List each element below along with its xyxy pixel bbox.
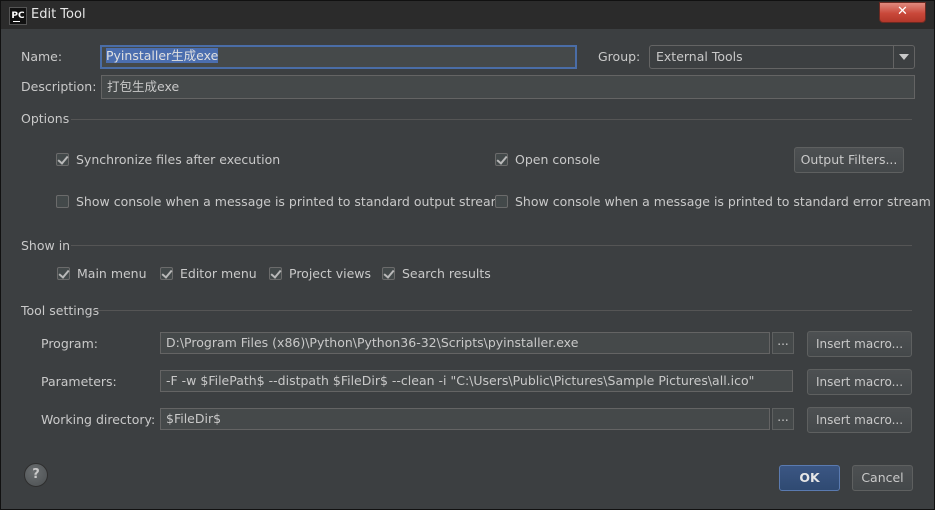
project-views-checkbox[interactable] [269, 267, 282, 280]
show-in-section-title: Show in [21, 238, 71, 253]
program-browse-button[interactable]: ... [772, 332, 794, 354]
tool-settings-separator [93, 310, 912, 311]
program-label: Program: [41, 336, 98, 351]
name-label: Name: [21, 49, 63, 64]
program-field[interactable]: D:\Program Files (x86)\Python\Python36-3… [160, 332, 770, 354]
edit-tool-dialog: PC Edit Tool ✕ Name: Pyinstaller生成exe Gr… [0, 0, 935, 510]
working-directory-field[interactable]: $FileDir$ [160, 408, 770, 430]
main-menu-label: Main menu [77, 266, 147, 281]
parameters-label: Parameters: [41, 374, 117, 389]
output-filters-button[interactable]: Output Filters... [794, 147, 904, 173]
show-console-stdout-checkbox[interactable] [56, 195, 69, 208]
description-value: 打包生成exe [107, 79, 180, 94]
name-field[interactable]: Pyinstaller生成exe [100, 45, 577, 69]
search-results-label: Search results [402, 266, 491, 281]
group-combo[interactable]: External Tools [649, 45, 915, 69]
working-directory-value: $FileDir$ [166, 411, 222, 426]
project-views-label: Project views [289, 266, 372, 281]
show-console-stdout-label: Show console when a message is printed t… [76, 194, 503, 209]
parameters-field[interactable]: -F -w $FilePath$ --distpath $FileDir$ --… [160, 370, 793, 392]
chevron-down-icon[interactable] [893, 46, 914, 68]
open-console-checkbox[interactable] [495, 153, 508, 166]
ok-button[interactable]: OK [779, 465, 840, 491]
show-console-stderr-checkbox[interactable] [495, 195, 508, 208]
working-directory-insert-macro-button[interactable]: Insert macro... [807, 407, 912, 433]
working-directory-label: Working directory: [41, 412, 156, 427]
open-console-label: Open console [515, 152, 601, 167]
program-insert-macro-button[interactable]: Insert macro... [807, 331, 912, 357]
description-label: Description: [21, 79, 97, 94]
sync-files-label: Synchronize files after execution [76, 152, 281, 167]
program-value: D:\Program Files (x86)\Python\Python36-3… [166, 335, 579, 350]
search-results-checkbox[interactable] [382, 267, 395, 280]
group-label: Group: [598, 49, 641, 64]
window-title: Edit Tool [31, 7, 86, 22]
tool-settings-section-title: Tool settings [21, 303, 100, 318]
editor-menu-checkbox[interactable] [160, 267, 173, 280]
pycharm-app-icon: PC [9, 7, 27, 25]
editor-menu-label: Editor menu [180, 266, 257, 281]
options-separator [71, 119, 912, 120]
title-bar: PC Edit Tool ✕ [1, 1, 934, 29]
sync-files-checkbox[interactable] [56, 153, 69, 166]
help-icon[interactable]: ? [24, 463, 48, 487]
main-menu-checkbox[interactable] [57, 267, 70, 280]
description-field[interactable]: 打包生成exe [101, 75, 915, 99]
name-value: Pyinstaller生成exe [106, 48, 219, 63]
show-in-separator [71, 245, 912, 246]
group-value: External Tools [656, 49, 743, 64]
cancel-button[interactable]: Cancel [852, 465, 913, 491]
close-button[interactable]: ✕ [879, 2, 926, 23]
parameters-value: -F -w $FilePath$ --distpath $FileDir$ --… [166, 373, 755, 388]
working-directory-browse-button[interactable]: ... [772, 408, 794, 430]
options-section-title: Options [21, 111, 70, 126]
show-console-stderr-label: Show console when a message is printed t… [515, 194, 931, 209]
parameters-insert-macro-button[interactable]: Insert macro... [807, 369, 912, 395]
